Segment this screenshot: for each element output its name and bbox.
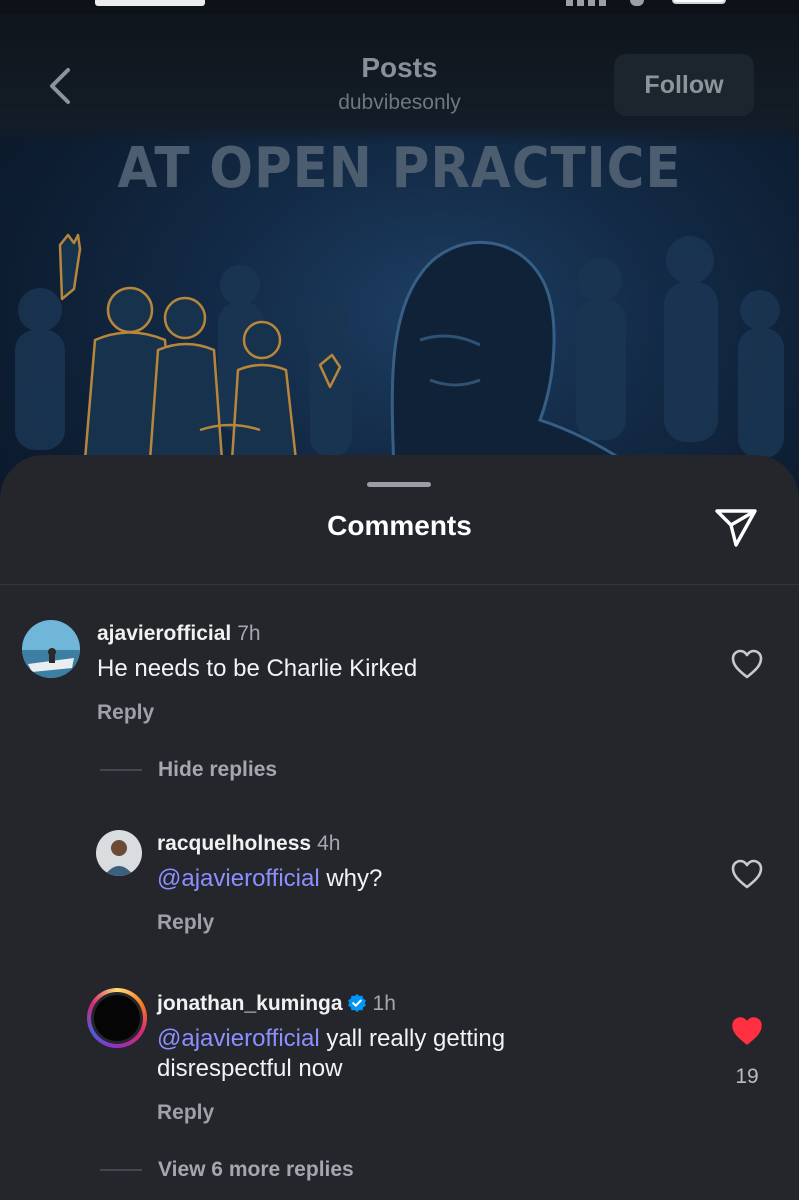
- share-button[interactable]: [712, 505, 760, 549]
- sheet-divider: [0, 584, 799, 585]
- battery-icon: [672, 0, 726, 4]
- sheet-title: Comments: [327, 510, 472, 541]
- thread-line: [100, 1169, 142, 1171]
- comments-sheet: Comments ajavierofficial 7h He needs to b…: [0, 455, 799, 1200]
- follow-button[interactable]: Follow: [614, 54, 754, 116]
- reply-button[interactable]: Reply: [157, 911, 214, 935]
- reply-username[interactable]: racquelholness: [157, 832, 311, 855]
- avatar-photo: [22, 620, 80, 678]
- wifi-icon: [630, 0, 644, 6]
- signal-icon: [566, 0, 606, 6]
- status-time: [95, 0, 205, 6]
- status-bar: [0, 0, 799, 14]
- avatar-photo: [91, 992, 143, 1044]
- thread-line: [100, 769, 142, 771]
- view-more-replies-button[interactable]: View 6 more replies: [158, 1158, 354, 1182]
- heart-outline-icon: [731, 859, 763, 889]
- reply-time: 1h: [372, 992, 396, 1015]
- reply-time: 4h: [317, 832, 341, 855]
- heart-filled-icon: [732, 1017, 762, 1045]
- avatar[interactable]: [96, 830, 142, 876]
- avatar[interactable]: [22, 620, 80, 678]
- sheet-drag-handle[interactable]: [367, 482, 431, 487]
- heart-outline-icon: [731, 649, 763, 679]
- reply-body: why?: [319, 865, 383, 892]
- like-button[interactable]: [730, 858, 764, 890]
- like-count: 19: [735, 1065, 759, 1088]
- paper-plane-icon: [715, 509, 757, 547]
- reply-author[interactable]: racquelholness 4h: [157, 832, 340, 856]
- avatar-photo: [96, 830, 142, 876]
- reply-text: @ajavierofficial why?: [157, 864, 382, 894]
- comment-author[interactable]: ajavierofficial 7h: [97, 622, 261, 646]
- reply-username[interactable]: jonathan_kuminga: [157, 992, 343, 1015]
- reply-author[interactable]: jonathan_kuminga 1h: [157, 992, 396, 1016]
- reply-button[interactable]: Reply: [97, 701, 154, 725]
- comment-username[interactable]: ajavierofficial: [97, 622, 231, 645]
- reply-button[interactable]: Reply: [157, 1101, 214, 1125]
- mention-link[interactable]: @ajavierofficial: [157, 1025, 320, 1052]
- mention-link[interactable]: @ajavierofficial: [157, 865, 320, 892]
- hide-replies-button[interactable]: Hide replies: [158, 758, 277, 782]
- comment-text: He needs to be Charlie Kirked: [97, 655, 418, 682]
- post-header: Posts dubvibesonly Follow: [0, 14, 799, 144]
- verified-badge-icon: [347, 994, 366, 1012]
- avatar-story-ring[interactable]: [87, 988, 147, 1048]
- like-button[interactable]: [730, 648, 764, 680]
- reply-text: @ajavierofficial yall really getting dis…: [157, 1024, 577, 1084]
- comment-time: 7h: [237, 622, 261, 645]
- like-button-active[interactable]: [730, 1015, 764, 1047]
